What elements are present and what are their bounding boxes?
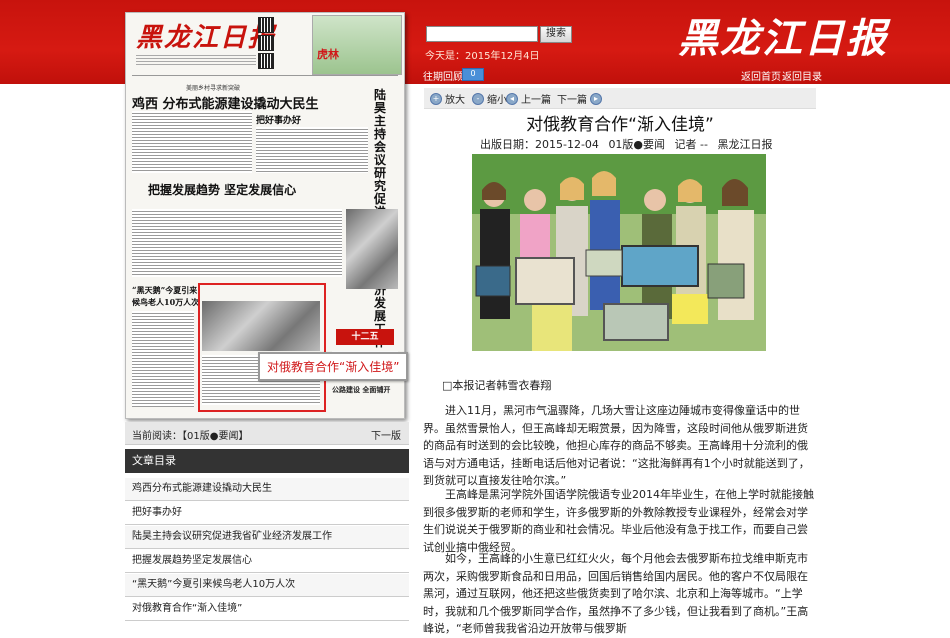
article-photo xyxy=(472,154,766,351)
red-banner: 十二五 xyxy=(336,329,394,345)
masthead-subtext xyxy=(136,53,256,67)
headline-small: 美丽乡村寻求新突破 xyxy=(186,85,241,92)
qr-code-icon xyxy=(258,53,274,69)
today-date: 今天是：2015年12月4日 xyxy=(425,51,540,62)
article-meta: 出版日期：2015-12-04 01版●要闻 记者 -- 黑龙江日报 xyxy=(480,136,778,152)
prev-article-button[interactable]: ◂ 上一篇 xyxy=(506,91,551,106)
arrow-right-icon: ▸ xyxy=(590,92,602,105)
text-block xyxy=(132,209,342,277)
zoom-in-label: 放大 xyxy=(445,95,465,106)
next-article-label: 下一篇 xyxy=(557,95,587,106)
qr-code-icon xyxy=(258,35,274,51)
current-reading-bar: 当前阅读：【01版●要闻】 下一版 xyxy=(125,422,409,445)
site-logo: 黑龙江日报 xyxy=(678,15,888,62)
prev-article-label: 上一篇 xyxy=(521,95,551,106)
toc-item[interactable]: 把好事办好 xyxy=(125,502,409,525)
toc-header: 文章目录 xyxy=(125,449,409,473)
home-link[interactable]: 返回首页 xyxy=(741,68,781,83)
directory-link[interactable]: 返回目录 xyxy=(782,68,822,83)
toc-item[interactable]: 鸡西分布式能源建设撬动大民生 xyxy=(125,478,409,501)
current-edition-label: 当前阅读：【01版●要闻】 xyxy=(132,431,249,442)
toc-item[interactable]: “黑天鹅”今夏引来候鸟老人10万人次 xyxy=(125,574,409,597)
zoom-out-label: 缩小 xyxy=(487,95,507,106)
ad-text: 虎林 xyxy=(317,48,339,61)
search-button[interactable]: 搜索 xyxy=(540,26,572,43)
newspaper-ad[interactable]: 虎林 xyxy=(312,15,402,75)
zoom-out-icon: - xyxy=(472,92,484,105)
qr-code-icon xyxy=(258,17,274,33)
headline-1[interactable]: 鸡西 分布式能源建设撬动大民生 xyxy=(132,93,319,112)
headline-3[interactable]: 把握发展趋势 坚定发展信心 xyxy=(148,181,296,198)
article-tooltip: 对俄教育合作“渐入佳境” xyxy=(258,352,409,381)
newspaper-photo xyxy=(346,209,398,289)
article-byline: □本报记者韩雪衣春翔 xyxy=(442,379,552,392)
past-issues-label: 往期回顾 xyxy=(423,72,463,83)
article-photo-thumb xyxy=(202,301,320,351)
meta-source: 黑龙江日报 xyxy=(717,138,773,151)
text-block xyxy=(132,311,194,407)
article-title: 对俄教育合作“渐入佳境” xyxy=(526,115,714,135)
newspaper-masthead: 黑龙江日报 xyxy=(136,23,277,53)
next-article-button[interactable]: 下一篇 ▸ xyxy=(557,91,602,106)
divider xyxy=(132,75,398,76)
zoom-out-button[interactable]: - 缩小 xyxy=(472,91,507,106)
toc-item[interactable]: 把握发展趋势坚定发展信心 xyxy=(125,550,409,573)
toc-list: 鸡西分布式能源建设撬动大民生 把好事办好 陆昊主持会议研究促进我省矿业经济发展工… xyxy=(125,478,409,622)
headline-small-1[interactable]: “黑天鹅”今夏引来 xyxy=(132,285,197,296)
article-toolbar: + 放大 - 缩小 ◂ 上一篇 下一篇 ▸ xyxy=(424,88,816,109)
selected-article-box[interactable] xyxy=(198,283,326,412)
past-issues-select[interactable]: 0 xyxy=(462,68,484,81)
article-photo-illustration xyxy=(472,154,766,351)
next-edition-link[interactable]: 下一版 xyxy=(371,427,401,442)
search-input[interactable] xyxy=(426,26,538,42)
zoom-in-icon: + xyxy=(430,92,442,105)
meta-date: 出版日期：2015-12-04 xyxy=(480,138,599,151)
article-paragraph-3: 如今，王高峰的小生意已红红火火，每个月他会去俄罗斯布拉戈维申斯克市两次，采购俄罗… xyxy=(423,552,809,635)
toc-item[interactable]: 对俄教育合作“渐入佳境” xyxy=(125,598,409,621)
article-paragraph-1: 进入11月，黑河市气温骤降，几场大雪让这座边陲城市变得像童话中的世界。虽然雪景怡… xyxy=(423,404,810,487)
meta-author: 记者 -- xyxy=(674,138,708,151)
arrow-left-icon: ◂ xyxy=(506,92,518,105)
headline-small-2[interactable]: 候鸟老人10万人次 xyxy=(132,297,199,308)
article-paragraph-2: 王高峰是黑河学院外国语学院俄语专业2014年毕业生，在他上学时就能接触到很多俄罗… xyxy=(423,488,814,554)
toc-item[interactable]: 陆昊主持会议研究促进我省矿业经济发展工作 xyxy=(125,526,409,549)
meta-edition: 01版●要闻 xyxy=(608,138,666,151)
headline-2[interactable]: 把好事办好 xyxy=(256,113,301,126)
text-block xyxy=(132,111,252,173)
bottom-headline[interactable]: 公路建设 全面铺开 xyxy=(332,385,390,395)
zoom-in-button[interactable]: + 放大 xyxy=(430,91,465,106)
text-block xyxy=(256,127,368,173)
